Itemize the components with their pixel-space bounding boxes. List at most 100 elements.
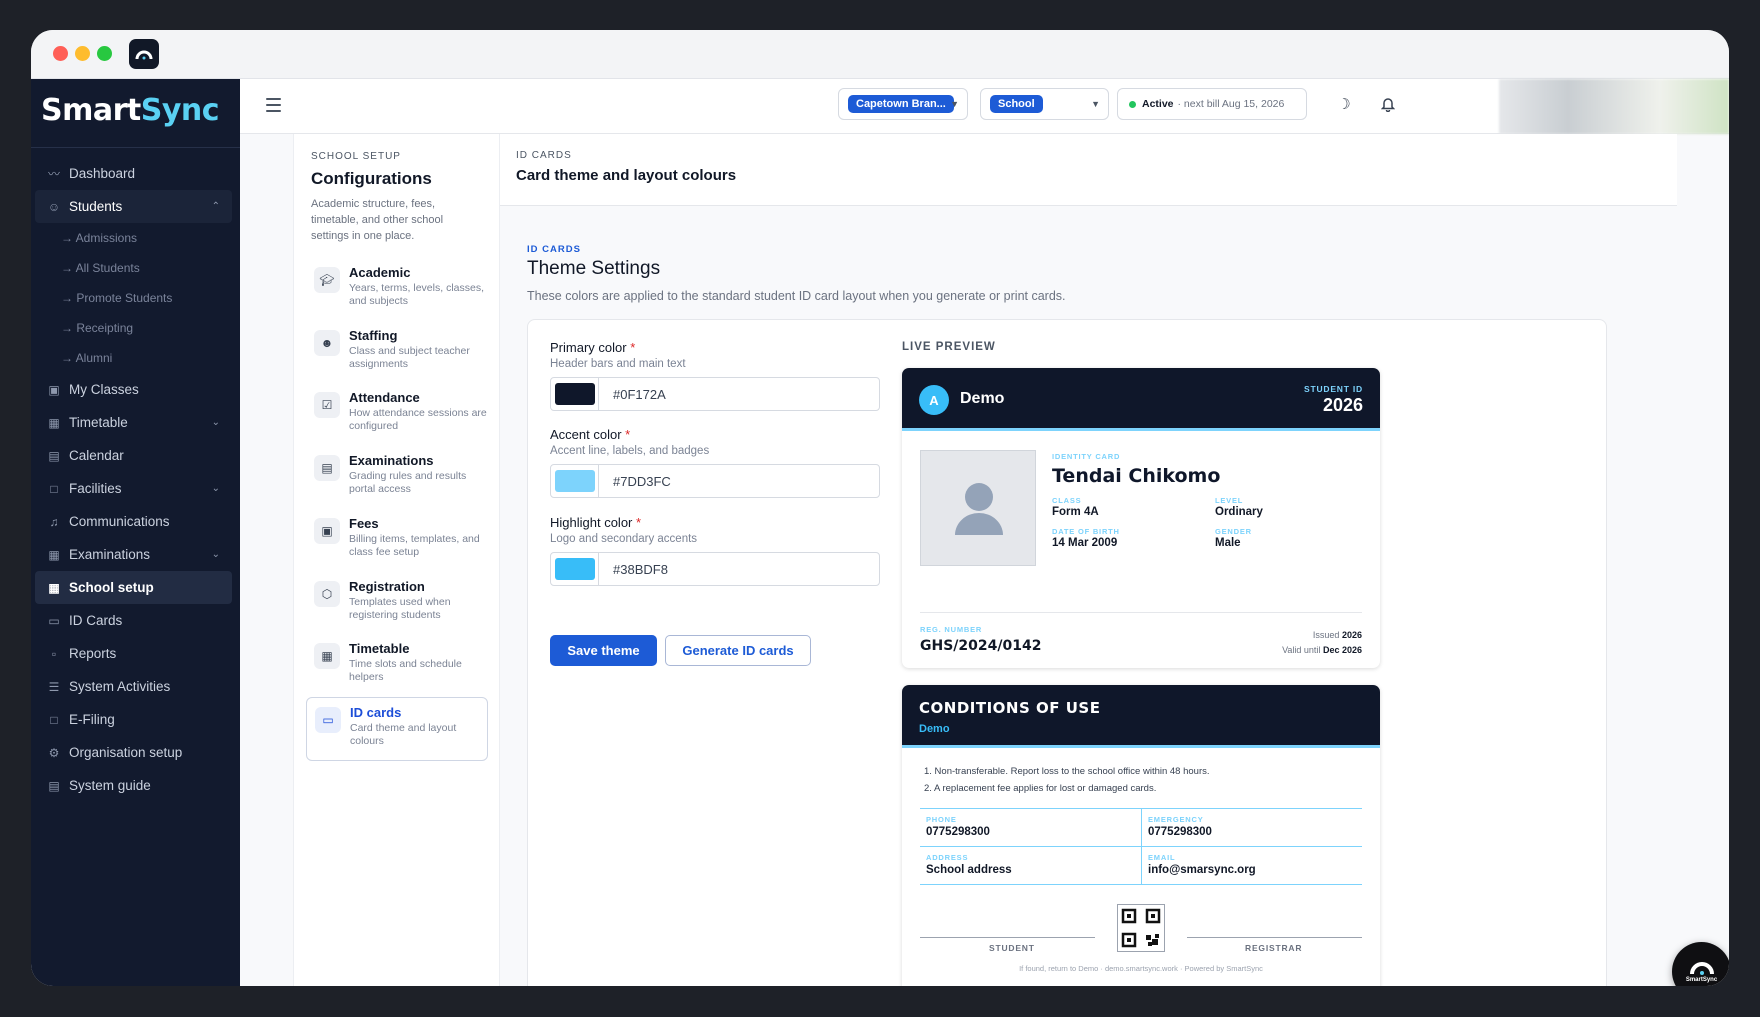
- sidebar-item-e-filing[interactable]: □ E-Filing: [35, 703, 232, 736]
- school-name: Demo: [960, 390, 1005, 407]
- moon-icon[interactable]: ☽: [1335, 95, 1353, 113]
- config-item-fees[interactable]: ▣ Fees Billing items, templates, and cla…: [306, 509, 488, 567]
- sidebar-item-label: Dashboard: [69, 166, 136, 181]
- config-item-desc: Grading rules and results portal access: [349, 470, 467, 495]
- id-card-icon: ▭: [48, 613, 60, 628]
- close-window-button[interactable]: [53, 46, 68, 61]
- generate-id-cards-button[interactable]: Generate ID cards: [665, 635, 811, 666]
- class-label: CLASS: [1052, 496, 1082, 505]
- sidebar-subitem-receipting[interactable]: → Receipting: [35, 313, 232, 343]
- sidebar-item-dashboard[interactable]: 〰 Dashboard: [35, 157, 232, 190]
- chevron-down-icon: ⌄: [211, 483, 220, 494]
- table-icon: ▦: [48, 547, 60, 562]
- email-value: info@smarsync.org: [1148, 864, 1256, 876]
- wallet-icon: ▣: [314, 518, 340, 544]
- maximize-window-button[interactable]: [97, 46, 112, 61]
- sidebar-subitem-promote-students[interactable]: → Promote Students: [35, 283, 232, 313]
- save-theme-button[interactable]: Save theme: [550, 635, 657, 666]
- sidebar-item-label: My Classes: [69, 382, 139, 397]
- dashboard-icon: 〰: [47, 167, 60, 181]
- gender-label: GENDER: [1215, 527, 1252, 536]
- page-title: Card theme and layout colours: [516, 167, 737, 184]
- sidebar-item-students[interactable]: ☺ Students ⌃: [35, 190, 232, 223]
- bell-icon[interactable]: [1379, 95, 1397, 113]
- color-hex-value[interactable]: #38BDF8: [599, 562, 668, 577]
- emergency-label: EMERGENCY: [1148, 815, 1204, 824]
- user-avatar[interactable]: [1499, 79, 1729, 134]
- color-hex-value[interactable]: #0F172A: [599, 387, 666, 402]
- fab-label: SmartSync: [1685, 977, 1718, 983]
- config-item-attendance[interactable]: ☑ Attendance How attendance sessions are…: [306, 383, 488, 441]
- accent-color-input[interactable]: #7DD3FC: [550, 464, 880, 498]
- sidebar-item-my-classes[interactable]: ▣ My Classes: [35, 373, 232, 406]
- assistant-fab-button[interactable]: SmartSync: [1672, 942, 1729, 986]
- reg-number-label: REG. NUMBER: [920, 625, 983, 634]
- status-billing-text: · next bill Aug 15, 2026: [1177, 98, 1285, 110]
- main-content: ID CARDS Card theme and layout colours I…: [500, 134, 1677, 986]
- config-item-registration[interactable]: ⬡ Registration Templates used when regis…: [306, 572, 488, 630]
- sidebar: SmartSync 〰 Dashboard ☺ Students ⌃ → Admiss…: [31, 79, 240, 986]
- sidebar-subitem-alumni[interactable]: → Alumni: [35, 343, 232, 373]
- config-item-desc: Time slots and schedule helpers: [349, 658, 462, 683]
- school-type-value: School: [990, 95, 1043, 113]
- emergency-cell: EMERGENCY 0775298300: [1141, 809, 1362, 847]
- sidebar-subitem-all-students[interactable]: → All Students: [35, 253, 232, 283]
- config-item-examinations[interactable]: ▤ Examinations Grading rules and results…: [306, 446, 488, 504]
- primary-color-input[interactable]: #0F172A: [550, 377, 880, 411]
- branch-select-value: Capetown Bran...: [848, 95, 954, 113]
- color-picker[interactable]: [551, 553, 599, 585]
- top-bar: Capetown Bran... ▼ School ▼ Active · nex…: [240, 79, 1729, 134]
- users-icon: ☻: [314, 330, 340, 356]
- accent-color-field: Accent color * Accent line, labels, and …: [550, 427, 880, 498]
- id-card-icon: ▭: [315, 707, 341, 733]
- sidebar-item-label: Organisation setup: [69, 745, 183, 760]
- sidebar-item-examinations[interactable]: ▦ Examinations ⌄: [35, 538, 232, 571]
- sidebar-item-calendar[interactable]: ▤ Calendar: [35, 439, 232, 472]
- registrar-signature-label: REGISTRAR: [1245, 943, 1303, 953]
- branch-select[interactable]: Capetown Bran... ▼: [838, 88, 968, 120]
- sidebar-item-communications[interactable]: ♫ Communications: [35, 505, 232, 538]
- classes-icon: ▣: [48, 382, 60, 397]
- brand-logo[interactable]: SmartSync: [41, 93, 220, 128]
- sidebar-item-facilities[interactable]: □ Facilities ⌄: [35, 472, 232, 505]
- contact-grid: PHONE 0775298300 EMERGENCY 0775298300 AD…: [920, 808, 1362, 885]
- graduation-cap-icon: 🎓︎: [314, 267, 340, 293]
- sidebar-item-system-activities[interactable]: ☰ System Activities: [35, 670, 232, 703]
- highlight-color-field: Highlight color * Logo and secondary acc…: [550, 515, 880, 586]
- sidebar-item-reports[interactable]: ▫ Reports: [35, 637, 232, 670]
- config-description: Academic structure, fees, timetable, and…: [311, 198, 444, 242]
- config-item-id-cards[interactable]: ▭ ID cards Card theme and layout colours: [306, 697, 488, 761]
- phone-cell: PHONE 0775298300: [920, 809, 1141, 847]
- menu-toggle-icon[interactable]: [266, 98, 281, 112]
- config-item-title: Academic: [349, 265, 411, 280]
- config-item-staffing[interactable]: ☻ Staffing Class and subject teacher ass…: [306, 321, 488, 379]
- sidebar-item-organisation-setup[interactable]: ⚙ Organisation setup: [35, 736, 232, 769]
- sidebar-item-id-cards[interactable]: ▭ ID Cards: [35, 604, 232, 637]
- level-label: LEVEL: [1215, 496, 1244, 505]
- minimize-window-button[interactable]: [75, 46, 90, 61]
- color-picker[interactable]: [551, 465, 599, 497]
- school-type-select[interactable]: School ▼: [980, 88, 1109, 120]
- color-hex-value[interactable]: #7DD3FC: [599, 474, 671, 489]
- config-item-timetable[interactable]: ▦ Timetable Time slots and schedule help…: [306, 634, 488, 692]
- config-item-academic[interactable]: 🎓︎ Academic Years, terms, levels, classe…: [306, 258, 488, 316]
- phone-value: 0775298300: [926, 826, 990, 838]
- sidebar-item-label: Communications: [69, 514, 170, 529]
- app-logo-icon: [129, 39, 159, 69]
- emergency-value: 0775298300: [1148, 826, 1212, 838]
- sidebar-item-system-guide[interactable]: ▤ System guide: [35, 769, 232, 802]
- bell-icon: ♫: [49, 514, 59, 529]
- student-signature-label: STUDENT: [989, 943, 1035, 953]
- sidebar-item-timetable[interactable]: ▦ Timetable ⌄: [35, 406, 232, 439]
- color-picker[interactable]: [551, 378, 599, 410]
- config-item-title: Attendance: [349, 390, 420, 405]
- sidebar-subitem-admissions[interactable]: → Admissions: [35, 223, 232, 253]
- chevron-down-icon: ⌄: [211, 417, 220, 428]
- highlight-color-input[interactable]: #38BDF8: [550, 552, 880, 586]
- condition-rule: 2. A replacement fee applies for lost or…: [924, 783, 1157, 794]
- caret-down-icon: ▼: [950, 99, 959, 109]
- sidebar-item-school-setup[interactable]: ▦ School setup: [35, 571, 232, 604]
- theme-settings-card: Primary color * Header bars and main tex…: [527, 319, 1607, 986]
- sidebar-item-label: System Activities: [69, 679, 171, 694]
- app-window: SmartSync 〰 Dashboard ☺ Students ⌃ → Admiss…: [31, 30, 1729, 986]
